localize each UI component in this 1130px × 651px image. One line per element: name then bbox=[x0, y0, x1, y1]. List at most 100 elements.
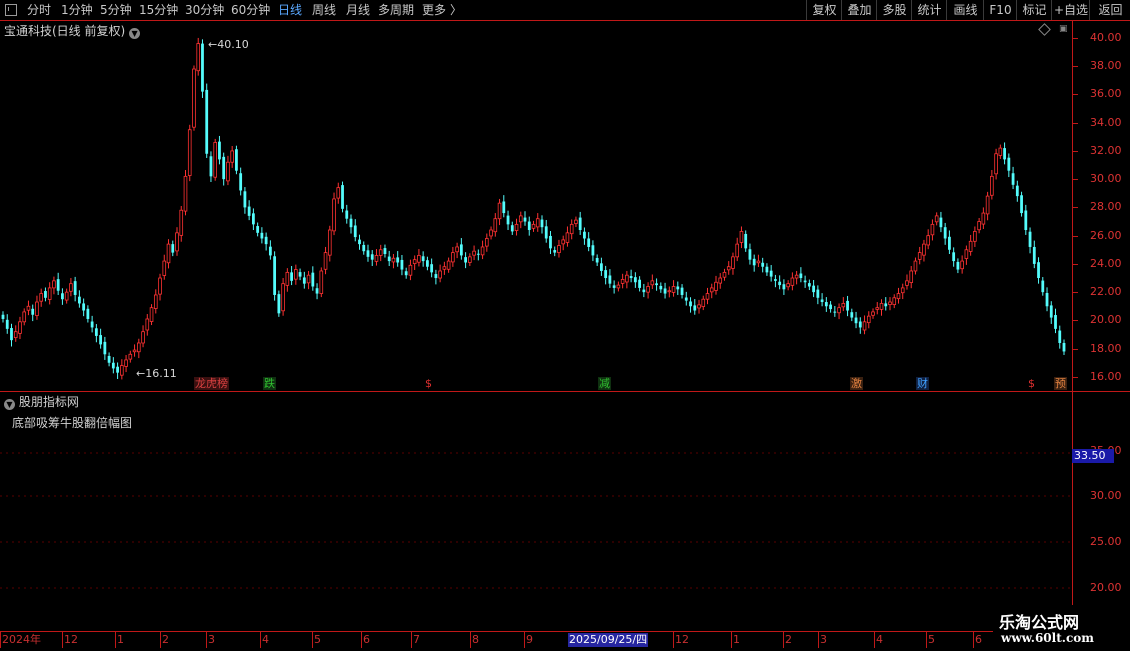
candle-body[interactable] bbox=[82, 303, 86, 311]
candle-body[interactable] bbox=[366, 250, 370, 257]
candle-body[interactable] bbox=[625, 274, 629, 283]
candle-body[interactable] bbox=[327, 229, 332, 256]
dropdown-icon[interactable]: ▼ bbox=[4, 399, 15, 410]
event-marker-6[interactable]: $ bbox=[1027, 377, 1036, 390]
candle-body[interactable] bbox=[213, 142, 218, 178]
candle-body[interactable] bbox=[485, 238, 489, 247]
candle-body[interactable] bbox=[650, 280, 655, 286]
candle-body[interactable] bbox=[774, 279, 777, 281]
candle-body[interactable] bbox=[260, 232, 264, 239]
period-tab-6[interactable]: 日线 bbox=[278, 0, 302, 20]
event-marker-5[interactable]: 财 bbox=[916, 377, 929, 390]
candle-body[interactable] bbox=[103, 341, 107, 355]
candle-body[interactable] bbox=[285, 271, 290, 286]
candle-body[interactable] bbox=[1062, 342, 1066, 352]
candle-body[interactable] bbox=[981, 212, 986, 225]
period-tab-5[interactable]: 60分钟 bbox=[231, 0, 270, 20]
candle-body[interactable] bbox=[31, 308, 35, 315]
candle-body[interactable] bbox=[799, 273, 803, 279]
candle-body[interactable] bbox=[383, 248, 387, 255]
candle-body[interactable] bbox=[600, 263, 603, 271]
candle-body[interactable] bbox=[298, 272, 302, 277]
candle-body[interactable] bbox=[591, 245, 595, 256]
candle-body[interactable] bbox=[714, 281, 718, 291]
candle-body[interactable] bbox=[990, 175, 994, 196]
candle-body[interactable] bbox=[1024, 210, 1028, 231]
candle-body[interactable] bbox=[421, 256, 425, 262]
toolbar-button-4[interactable]: 画线 bbox=[946, 0, 984, 20]
candle-body[interactable] bbox=[124, 359, 128, 367]
candle-body[interactable] bbox=[141, 331, 145, 344]
candle-body[interactable] bbox=[302, 277, 306, 284]
candle-body[interactable] bbox=[756, 260, 761, 264]
candle-body[interactable] bbox=[290, 272, 293, 281]
candle-body[interactable] bbox=[64, 291, 69, 301]
candle-body[interactable] bbox=[866, 315, 871, 324]
candle-body[interactable] bbox=[604, 270, 608, 279]
candle-body[interactable] bbox=[884, 303, 888, 307]
period-tab-0[interactable]: 分时 bbox=[27, 0, 51, 20]
candle-body[interactable] bbox=[239, 173, 243, 191]
candle-body[interactable] bbox=[493, 218, 498, 233]
candle-body[interactable] bbox=[824, 302, 828, 307]
candle-body[interactable] bbox=[1015, 185, 1019, 197]
candle-body[interactable] bbox=[73, 281, 77, 295]
candle-body[interactable] bbox=[905, 280, 909, 286]
candle-body[interactable] bbox=[120, 365, 124, 376]
period-tab-2[interactable]: 5分钟 bbox=[100, 0, 132, 20]
candle-body[interactable] bbox=[557, 245, 561, 254]
candle-body[interactable] bbox=[977, 221, 981, 231]
candle-body[interactable] bbox=[553, 250, 557, 253]
candle-body[interactable] bbox=[412, 259, 417, 265]
candle-body[interactable] bbox=[358, 239, 361, 245]
candle-body[interactable] bbox=[149, 307, 154, 322]
candle-body[interactable] bbox=[587, 238, 591, 247]
candle-body[interactable] bbox=[353, 225, 357, 238]
candle-body[interactable] bbox=[39, 293, 43, 302]
menu-icon[interactable] bbox=[5, 4, 17, 16]
candle-body[interactable] bbox=[633, 277, 637, 283]
candle-body[interactable] bbox=[94, 328, 98, 336]
candle-body[interactable] bbox=[948, 236, 951, 250]
candle-body[interactable] bbox=[544, 226, 548, 239]
candle-body[interactable] bbox=[1011, 173, 1015, 185]
candle-body[interactable] bbox=[527, 221, 531, 231]
candle-body[interactable] bbox=[315, 288, 319, 294]
candle-body[interactable] bbox=[226, 161, 230, 182]
candle-body[interactable] bbox=[739, 231, 744, 243]
candle-body[interactable] bbox=[676, 286, 680, 290]
candle-body[interactable] bbox=[518, 215, 523, 223]
dropdown-icon[interactable]: ▼ bbox=[129, 28, 141, 39]
candle-body[interactable] bbox=[196, 43, 201, 72]
candle-body[interactable] bbox=[22, 311, 27, 323]
candle-body[interactable] bbox=[1054, 315, 1057, 329]
candle-body[interactable] bbox=[968, 240, 973, 252]
candle-body[interactable] bbox=[879, 303, 884, 310]
period-tab-7[interactable]: 周线 bbox=[312, 0, 336, 20]
candle-body[interactable] bbox=[468, 256, 472, 263]
candle-body[interactable] bbox=[145, 318, 150, 331]
candle-body[interactable] bbox=[476, 253, 480, 255]
candle-body[interactable] bbox=[1032, 246, 1036, 264]
candle-body[interactable] bbox=[574, 219, 578, 224]
candle-body[interactable] bbox=[646, 286, 650, 293]
candle-body[interactable] bbox=[201, 43, 204, 92]
candle-body[interactable] bbox=[400, 259, 404, 270]
candle-body[interactable] bbox=[61, 293, 64, 300]
candle-body[interactable] bbox=[973, 231, 977, 242]
event-marker-2[interactable]: $ bbox=[424, 377, 433, 390]
candle-body[interactable] bbox=[761, 262, 765, 267]
candle-body[interactable] bbox=[35, 301, 39, 316]
candle-body[interactable] bbox=[535, 218, 540, 228]
candle-body[interactable] bbox=[391, 257, 396, 263]
candle-body[interactable] bbox=[718, 277, 723, 284]
candle-body[interactable] bbox=[841, 303, 846, 308]
toolbar-button-7[interactable]: +自选 bbox=[1051, 0, 1090, 20]
candle-body[interactable] bbox=[323, 252, 328, 270]
candle-body[interactable] bbox=[192, 68, 196, 128]
candle-body[interactable] bbox=[44, 291, 47, 298]
candle-body[interactable] bbox=[896, 293, 901, 300]
candle-body[interactable] bbox=[171, 244, 175, 253]
candle-body[interactable] bbox=[917, 252, 922, 260]
candle-body[interactable] bbox=[90, 321, 94, 328]
